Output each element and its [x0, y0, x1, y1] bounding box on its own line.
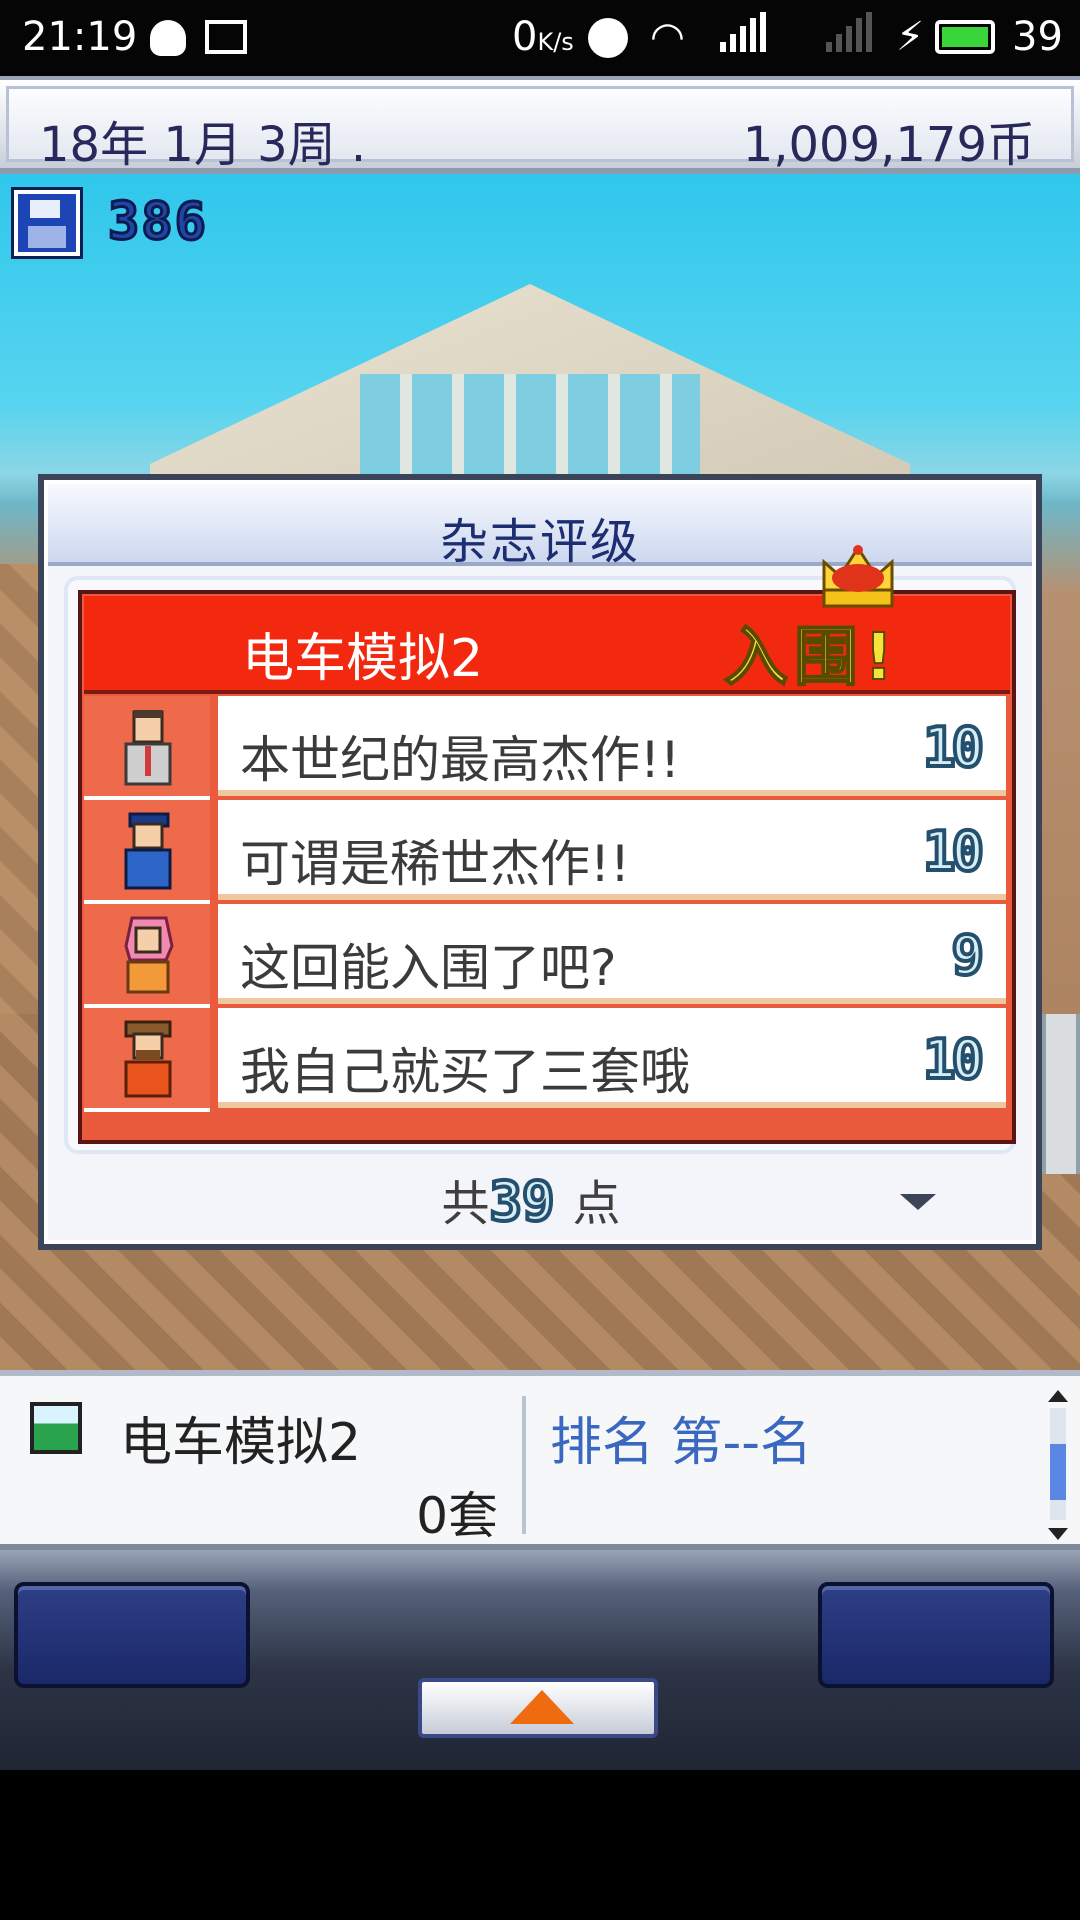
review-score: 10: [921, 818, 986, 885]
network-speed-value: 0: [512, 14, 538, 60]
divider: [522, 1396, 526, 1534]
review-comment: 这回能入围了吧?: [240, 939, 617, 997]
scroll-thumb[interactable]: [1050, 1444, 1066, 1500]
continue-arrow-icon[interactable]: [900, 1194, 936, 1210]
status-bar: 21:19 0K/s ◠ ⚡ 39: [0, 0, 1080, 76]
review-comment-cell: 可谓是稀世杰作!! 10: [218, 800, 1006, 900]
review-comment-cell: 本世纪的最高杰作!! 10: [218, 696, 1006, 796]
reviewer-2-avatar: [124, 812, 172, 890]
review-comment-cell: 我自己就买了三套哦 10: [218, 1008, 1006, 1108]
review-score: 10: [921, 714, 986, 781]
battery-icon: [935, 20, 995, 54]
review-comment: 我自己就买了三套哦: [240, 1043, 690, 1101]
status-time: 21:19: [22, 14, 138, 60]
product-name: 电车模拟2: [120, 1413, 362, 1473]
battery-level: 39: [1012, 14, 1063, 60]
menu-up-button[interactable]: [418, 1678, 658, 1738]
scroll-up-arrow-icon[interactable]: [1048, 1390, 1068, 1402]
nomination-result: 入围!: [723, 620, 900, 696]
reviewer-3-avatar: [124, 916, 174, 994]
reviewed-game-name: 电车模拟2: [242, 629, 484, 689]
floppy-disk-icon: [14, 190, 80, 256]
total-score: 共39 点: [44, 1164, 1036, 1235]
image-icon: [205, 20, 247, 54]
reviewer-1-avatar: [124, 710, 172, 786]
reviewer-4-avatar: [124, 1020, 172, 1098]
review-row: 可谓是稀世杰作!! 10: [84, 800, 1006, 904]
reviewer-cell: [84, 696, 210, 800]
magazine-review-dialog: 杂志评级 电车模拟2 入围! 本世纪的最高杰作!! 10 可谓是稀世杰作!! 1…: [38, 474, 1042, 1250]
review-comment-cell: 这回能入围了吧? 9: [218, 904, 1006, 1004]
reviewer-cell: [84, 1008, 210, 1112]
total-label: 共: [441, 1176, 490, 1232]
product-sales: 0套: [416, 1487, 498, 1545]
review-row: 本世纪的最高杰作!! 10: [84, 696, 1006, 800]
up-arrow-icon: [510, 1690, 574, 1724]
scroll-down-arrow-icon[interactable]: [1048, 1528, 1068, 1540]
money-display: 1,009,179币: [742, 117, 1035, 173]
game-cartridge-icon: [30, 1402, 82, 1454]
reviewer-cell: [84, 800, 210, 904]
info-scrollbar[interactable]: [1046, 1390, 1070, 1540]
product-info-panel: 电车模拟2 0套 排名 第--名: [0, 1370, 1080, 1550]
review-score: 9: [950, 922, 986, 989]
game-date: 18年 1月 3周 .: [39, 117, 367, 173]
total-score-value: 39: [487, 1168, 556, 1235]
floppy-count: 386: [107, 191, 208, 254]
signal-e-icon: [826, 12, 872, 52]
signal-icon: [720, 12, 766, 52]
control-bar: [0, 1550, 1080, 1770]
alarm-icon: [588, 18, 628, 58]
wifi-icon: ◠: [650, 14, 685, 60]
review-comment: 本世纪的最高杰作!!: [240, 731, 681, 789]
review-score: 10: [921, 1026, 986, 1093]
crown-icon: [822, 545, 894, 608]
reviewer-cell: [84, 904, 210, 1008]
network-speed: 0K/s: [512, 12, 574, 67]
review-comment: 可谓是稀世杰作!!: [240, 835, 631, 893]
left-soft-button[interactable]: [14, 1582, 250, 1688]
qq-icon: [150, 20, 186, 56]
review-row: 我自己就买了三套哦 10: [84, 1008, 1006, 1112]
review-row: 这回能入围了吧? 9: [84, 904, 1006, 1008]
product-rank: 排名 第--名: [550, 1413, 813, 1473]
charging-icon: ⚡: [896, 14, 925, 60]
total-unit: 点: [572, 1176, 621, 1232]
game-header: 18年 1月 3周 . 1,009,179币: [0, 76, 1080, 174]
game-review-card: 电车模拟2 入围! 本世纪的最高杰作!! 10 可谓是稀世杰作!! 10 这回能…: [78, 590, 1016, 1144]
right-soft-button[interactable]: [818, 1582, 1054, 1688]
network-speed-unit: K/s: [537, 28, 574, 56]
